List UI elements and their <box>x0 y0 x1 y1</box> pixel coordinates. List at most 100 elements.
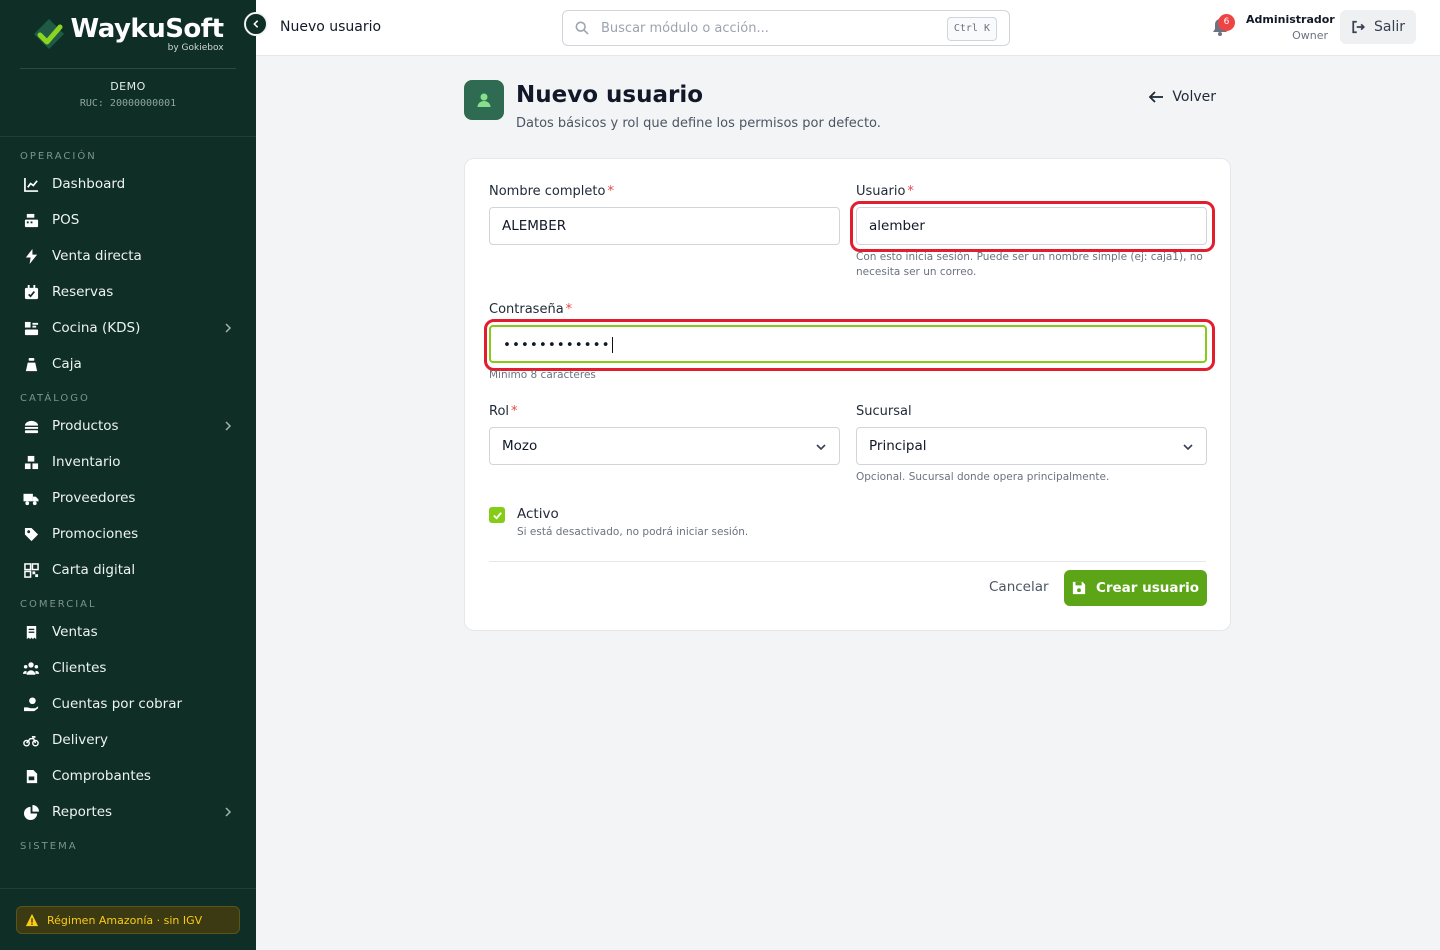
sidebar-item-reservas[interactable]: Reservas <box>0 274 256 310</box>
sidebar-item-caja[interactable]: Caja <box>0 346 256 382</box>
divider <box>0 888 256 889</box>
nav-section-sistema: SISTEMA <box>20 841 78 852</box>
branch-label: Sucursal <box>856 404 912 419</box>
sidebar-item-label: Promociones <box>52 526 139 542</box>
create-user-button[interactable]: Crear usuario <box>1064 570 1207 606</box>
search-placeholder: Buscar módulo o acción... <box>601 20 769 36</box>
create-user-label: Crear usuario <box>1095 580 1200 596</box>
sidebar-item-label: Reservas <box>52 284 114 300</box>
nav-section-catalogo: CATÁLOGO <box>20 393 90 404</box>
divider <box>489 561 1206 562</box>
search-icon <box>575 21 589 35</box>
cancel-button[interactable]: Cancelar <box>989 579 1049 595</box>
chart-line-icon <box>23 176 39 192</box>
sidebar-item-label: Proveedores <box>52 490 136 506</box>
kitchen-icon <box>23 320 39 336</box>
user-name: Administrador <box>1246 13 1335 26</box>
sidebar-item-label: Ventas <box>52 624 98 640</box>
chevron-right-icon <box>225 323 232 333</box>
check-icon <box>492 511 502 520</box>
full-name-label: Nombre completo * <box>489 184 614 199</box>
sidebar-item-venta-directa[interactable]: Venta directa <box>0 238 256 274</box>
collapse-sidebar-button[interactable] <box>244 12 268 36</box>
brand-name: WaykuSoft <box>70 13 224 44</box>
sidebar-item-label: Carta digital <box>52 562 136 578</box>
password-help: Mínimo 8 caracteres <box>489 369 596 381</box>
sidebar-item-label: Productos <box>52 418 119 434</box>
hand-coin-icon <box>23 696 39 712</box>
back-label: Volver <box>1172 89 1216 105</box>
chevron-down-icon <box>816 444 826 451</box>
search-input[interactable]: Buscar módulo o acción... Ctrl K <box>562 10 1010 46</box>
sidebar-item-label: Dashboard <box>52 176 126 192</box>
back-button[interactable]: Volver <box>1148 89 1216 105</box>
nav-section-operacion: OPERACIÓN <box>20 151 97 162</box>
motorcycle-icon <box>23 732 39 748</box>
company-info: DEMO RUC: 20000000001 <box>0 80 256 109</box>
sidebar-item-pos[interactable]: POS <box>0 202 256 238</box>
warning-icon <box>25 913 39 927</box>
logout-button[interactable]: Salir <box>1340 10 1416 44</box>
branch-help: Opcional. Sucursal donde opera principal… <box>856 471 1110 483</box>
bolt-icon <box>23 248 39 264</box>
page-title: Nuevo usuario <box>516 82 704 108</box>
boxes-icon <box>23 454 39 470</box>
sidebar-item-productos[interactable]: Productos <box>0 408 256 444</box>
highlight-box <box>484 319 1215 371</box>
truck-icon <box>23 490 39 506</box>
username-help: Con esto inicia sesión. Puede ser un nom… <box>856 251 1203 278</box>
chevron-right-icon <box>225 421 232 431</box>
sidebar-item-label: Comprobantes <box>52 768 151 784</box>
branch-value: Principal <box>869 438 927 454</box>
sidebar-item-comprobantes[interactable]: Comprobantes <box>0 758 256 794</box>
sidebar-item-label: POS <box>52 212 80 228</box>
branch-select[interactable]: Principal <box>856 427 1207 465</box>
user-role: Owner <box>1292 29 1328 42</box>
brand[interactable]: WaykuSoft by Gokiebox <box>0 0 256 68</box>
user-form-card: Nombre completo * ALEMBER Usuario * alembe… <box>464 158 1231 631</box>
company-ruc: RUC: 20000000001 <box>79 98 177 109</box>
notification-badge: 6 <box>1218 14 1235 31</box>
highlight-box <box>850 201 1215 252</box>
sidebar-item-delivery[interactable]: Delivery <box>0 722 256 758</box>
tags-icon <box>23 526 39 542</box>
calendar-check-icon <box>23 284 39 300</box>
password-label: Contraseña * <box>489 302 573 317</box>
money-bag-icon <box>23 356 39 372</box>
tax-regime-label: Régimen Amazonía · sin IGV <box>47 913 203 927</box>
logout-label: Salir <box>1373 19 1405 35</box>
cash-register-icon <box>23 212 39 228</box>
sidebar-item-clientes[interactable]: Clientes <box>0 650 256 686</box>
active-checkbox[interactable] <box>489 507 505 523</box>
sidebar-item-label: Caja <box>52 356 82 372</box>
sidebar-item-label: Cuentas por cobrar <box>52 696 183 712</box>
sidebar-item-ventas[interactable]: Ventas <box>0 614 256 650</box>
user-menu[interactable]: Administrador Owner <box>1246 13 1335 42</box>
sidebar-item-label: Venta directa <box>52 248 142 264</box>
topbar: Nuevo usuario Buscar módulo o acción... … <box>256 0 1440 56</box>
sidebar-nav: OPERACIÓN Dashboard POS Venta directa Re… <box>0 148 256 856</box>
pie-chart-icon <box>23 804 39 820</box>
sidebar-item-carta-digital[interactable]: Carta digital <box>0 552 256 588</box>
sidebar-item-label: Inventario <box>52 454 121 470</box>
sidebar-item-proveedores[interactable]: Proveedores <box>0 480 256 516</box>
sidebar-item-cocina-kds[interactable]: Cocina (KDS) <box>0 310 256 346</box>
burger-icon <box>23 418 39 434</box>
sidebar-item-reportes[interactable]: Reportes <box>0 794 256 830</box>
divider <box>0 136 256 137</box>
sidebar-item-dashboard[interactable]: Dashboard <box>0 166 256 202</box>
topbar-title: Nuevo usuario <box>280 19 382 35</box>
full-name-input[interactable]: ALEMBER <box>489 207 840 245</box>
sidebar-item-cuentas-por-cobrar[interactable]: Cuentas por cobrar <box>0 686 256 722</box>
sidebar-item-label: Clientes <box>52 660 107 676</box>
sidebar-item-promociones[interactable]: Promociones <box>0 516 256 552</box>
role-select[interactable]: Mozo <box>489 427 840 465</box>
user-icon <box>464 80 504 120</box>
company-name: DEMO <box>110 80 146 93</box>
receipt-icon <box>23 624 39 640</box>
logout-icon <box>1352 20 1365 34</box>
brand-sub: by Gokiebox <box>167 42 224 53</box>
sidebar-item-inventario[interactable]: Inventario <box>0 444 256 480</box>
sidebar-item-label: Delivery <box>52 732 109 748</box>
chevron-left-icon <box>253 20 259 28</box>
